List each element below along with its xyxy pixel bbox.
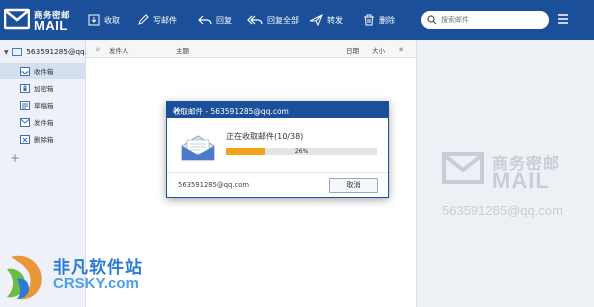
add-account-button[interactable]: +: [9, 152, 21, 164]
forward-icon: [309, 14, 323, 26]
compose-label: 写邮件: [153, 15, 177, 25]
dialog-title: 收取邮件 - 563591285@qq.com: [173, 107, 289, 116]
search-input[interactable]: [441, 13, 541, 26]
folder-label: 加密箱: [34, 85, 54, 93]
folder-label: 收件箱: [34, 68, 54, 76]
delete-button[interactable]: 删除: [363, 10, 395, 30]
dialog-account: 563591285@qq.com: [178, 181, 250, 189]
receive-button[interactable]: 收取: [88, 10, 120, 30]
reply-button[interactable]: 回复: [198, 10, 232, 30]
watermark-text-en: MAIL: [492, 168, 550, 193]
menu-icon[interactable]: [557, 13, 569, 25]
dialog-titlebar: 收取邮件 - 563591285@qq.com — ✕: [167, 102, 388, 118]
column-size[interactable]: 大小: [372, 45, 385, 55]
reply-all-icon: [247, 15, 263, 25]
inbox-icon: [20, 66, 30, 76]
collapse-arrow-icon[interactable]: ▼: [4, 49, 9, 56]
lock-icon: [20, 83, 30, 93]
envelope-logo-icon: [4, 8, 30, 30]
search-box[interactable]: [421, 11, 549, 29]
reply-label: 回复: [216, 15, 232, 25]
list-header: ⌀ 发件人 主题 日期 大小 ▪: [86, 40, 416, 58]
attachment-column-icon[interactable]: ⌀: [96, 45, 100, 53]
watermark-account: 563591285@qq.com: [442, 203, 563, 218]
envelope-watermark-icon: [442, 152, 484, 184]
folder-encrypted[interactable]: 加密箱: [0, 80, 85, 96]
column-date[interactable]: 日期: [346, 45, 359, 55]
trash-icon: [20, 134, 30, 144]
app-logo: 商务密邮 MAIL: [4, 6, 84, 34]
folder-inbox[interactable]: 收件箱: [0, 63, 85, 79]
forward-button[interactable]: 转发: [309, 10, 343, 30]
compose-button[interactable]: 写邮件: [137, 10, 177, 30]
receive-label: 收取: [104, 15, 120, 25]
folder-label: 草稿箱: [34, 102, 54, 110]
column-sender[interactable]: 发件人: [109, 45, 129, 55]
reply-all-button[interactable]: 回复全部: [247, 10, 299, 30]
lock-column-icon[interactable]: ▪: [399, 45, 403, 53]
receive-mail-dialog: 收取邮件 - 563591285@qq.com — ✕ 正在收取邮件(10/38…: [166, 101, 389, 198]
delete-label: 删除: [379, 15, 395, 25]
toolbar: 商务密邮 MAIL 收取 写邮件 回复 回复全部 转发 删除: [0, 0, 594, 40]
site-logo: 非凡软件站 CRSKY.com: [3, 249, 163, 307]
column-subject[interactable]: 主题: [176, 45, 189, 55]
close-icon[interactable]: ✕: [173, 106, 181, 116]
preview-pane: 商务密邮 MAIL 563591285@qq.com: [417, 40, 594, 307]
receive-icon: [88, 14, 100, 26]
site-logo-icon: [7, 255, 42, 300]
cancel-button[interactable]: 取消: [329, 178, 378, 193]
pen-icon: [138, 14, 149, 25]
trash-icon: [364, 14, 374, 26]
draft-icon: [20, 100, 30, 110]
outbox-icon: [20, 117, 30, 127]
folder-label: 删除箱: [34, 136, 54, 144]
forward-label: 转发: [327, 15, 343, 25]
envelope-small-icon: [11, 48, 22, 56]
search-icon: [427, 15, 437, 25]
folder-drafts[interactable]: 草稿箱: [0, 97, 85, 113]
progress-percent: 26%: [294, 148, 309, 155]
envelope-receiving-icon: [181, 135, 215, 161]
folder-label: 发件箱: [34, 119, 54, 127]
progress-status: 正在收取邮件(10/38): [226, 132, 304, 141]
progress-bar: 26%: [226, 148, 377, 155]
folder-outbox[interactable]: 发件箱: [0, 114, 85, 130]
dialog-divider: [167, 172, 388, 173]
site-logo-text-en: CRSKY.com: [53, 275, 139, 292]
logo-text-en: MAIL: [34, 18, 68, 33]
reply-icon: [198, 15, 212, 25]
folder-deleted[interactable]: 删除箱: [0, 131, 85, 147]
reply-all-label: 回复全部: [267, 15, 299, 25]
